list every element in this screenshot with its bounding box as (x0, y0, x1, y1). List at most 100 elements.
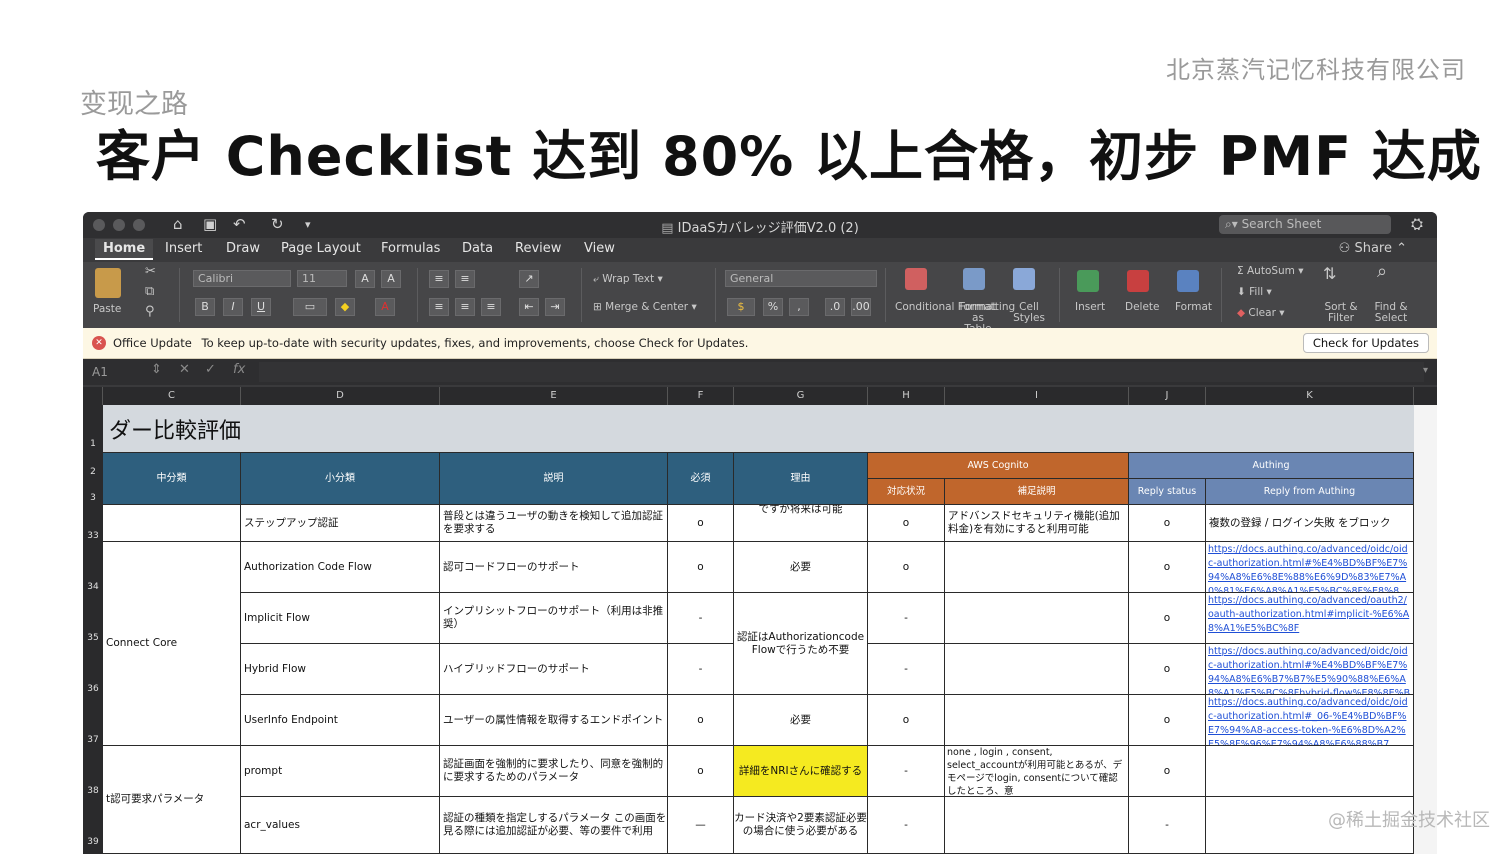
decrease-decimal-icon[interactable]: .00 (851, 298, 871, 316)
header-f[interactable]: 必須 (668, 453, 734, 505)
cell-h33[interactable]: o (868, 505, 945, 542)
insert-cells-icon[interactable] (1077, 270, 1099, 292)
delete-cells-icon[interactable] (1127, 270, 1149, 292)
header-i[interactable]: 補足説明 (945, 479, 1129, 505)
dismiss-update-icon[interactable]: ✕ (92, 336, 106, 350)
cell-d39[interactable]: acr_values (241, 797, 440, 854)
font-size-select[interactable]: 11 (297, 270, 347, 287)
orientation-icon[interactable]: ↗ (519, 270, 539, 288)
row-number[interactable]: 38 (83, 786, 103, 796)
cell-styles-button[interactable]: Cell Styles (1013, 302, 1045, 324)
cell-k38[interactable] (1206, 746, 1414, 797)
name-box-stepper-icon[interactable]: ⇕ (151, 362, 162, 377)
cell-f38[interactable]: o (668, 746, 734, 797)
tab-page-layout[interactable]: Page Layout (281, 241, 361, 256)
tab-data[interactable]: Data (462, 241, 493, 256)
increase-indent-icon[interactable]: ⇥ (545, 298, 565, 316)
cell-e37[interactable]: ユーザーの属性情報を取得するエンドポイント (440, 695, 668, 746)
cell-j37[interactable]: o (1129, 695, 1206, 746)
cell-h38[interactable]: - (868, 746, 945, 797)
cell-h34[interactable]: o (868, 542, 945, 593)
cell-k34-link[interactable]: https://docs.authing.co/advanced/oidc/oi… (1206, 542, 1414, 593)
header-k[interactable]: Reply from Authing (1206, 479, 1414, 505)
cell-g39[interactable]: カード決済や2要素認証必要の場合に使う必要がある (734, 797, 868, 854)
cell-f36[interactable]: - (668, 644, 734, 695)
cell-styles-icon[interactable] (1013, 268, 1035, 290)
insert-function-button[interactable]: fx (233, 362, 245, 377)
percent-button[interactable]: % (763, 298, 783, 316)
column-header-i[interactable]: I (945, 387, 1129, 405)
cut-icon[interactable]: ✂ (145, 265, 156, 278)
cell-k36-link[interactable]: https://docs.authing.co/advanced/oidc/oi… (1206, 644, 1414, 695)
cell-h39[interactable]: - (868, 797, 945, 854)
autosum-button[interactable]: Σ AutoSum ▾ (1237, 266, 1304, 277)
tab-formulas[interactable]: Formulas (381, 241, 440, 256)
column-header-c[interactable]: C (103, 387, 241, 405)
comma-style-icon[interactable]: , (789, 298, 809, 316)
column-header-j[interactable]: J (1129, 387, 1206, 405)
header-aws-cognito[interactable]: AWS Cognito (868, 453, 1129, 479)
increase-font-icon[interactable]: A (355, 270, 375, 288)
align-center-icon[interactable]: ≡ (455, 298, 475, 316)
expand-formula-icon[interactable]: ▾ (1423, 365, 1428, 376)
font-name-select[interactable]: Calibri (193, 270, 291, 287)
cell-d36[interactable]: Hybrid Flow (241, 644, 440, 695)
sort-filter-icon[interactable]: ⇅ (1323, 266, 1336, 282)
decrease-font-icon[interactable]: A (381, 270, 401, 288)
cell-g38-highlight[interactable]: 詳細をNRIさんに確認する (734, 746, 868, 797)
fill-color-icon[interactable]: ◆ (335, 298, 355, 316)
increase-decimal-icon[interactable]: .0 (825, 298, 845, 316)
align-left-icon[interactable]: ≡ (429, 298, 449, 316)
paste-icon[interactable] (95, 268, 121, 298)
clear-button[interactable]: ◆ Clear ▾ (1237, 308, 1285, 319)
italic-button[interactable]: I (223, 298, 243, 316)
cell-i35[interactable] (945, 593, 1129, 644)
cell-h36[interactable]: - (868, 644, 945, 695)
row-number[interactable]: 39 (83, 837, 103, 847)
cell-f34[interactable]: o (668, 542, 734, 593)
font-color-icon[interactable]: A (375, 298, 395, 316)
cell-i39[interactable] (945, 797, 1129, 854)
row-number[interactable]: 33 (83, 531, 103, 541)
cell-i33[interactable]: アドバンスドセキュリティ機能(追加料金)を有効にすると利用可能 (945, 505, 1129, 542)
conditional-formatting-icon[interactable] (905, 268, 927, 290)
column-header-g[interactable]: G (734, 387, 868, 405)
cell-i37[interactable] (945, 695, 1129, 746)
cell-e35[interactable]: インプリシットフローのサポート（利用は非推奨） (440, 593, 668, 644)
header-g[interactable]: 理由 (734, 453, 868, 505)
sheet-title-row[interactable]: ダー比較評価 (103, 405, 1414, 453)
cell-e39[interactable]: 認証の種類を指定しするパラメータ この画面を見る際には追加認証が必要、等の要件で… (440, 797, 668, 854)
header-authing[interactable]: Authing (1129, 453, 1414, 479)
align-top-icon[interactable]: ≡ (429, 270, 449, 288)
row-number[interactable]: 37 (83, 735, 103, 745)
select-all-corner[interactable] (83, 387, 103, 405)
cell-d37[interactable]: UserInfo Endpoint (241, 695, 440, 746)
cell-e33[interactable]: 普段とは違うユーザの動きを検知して追加認証を要求する (440, 505, 668, 542)
column-header-f[interactable]: F (668, 387, 734, 405)
cell-j34[interactable]: o (1129, 542, 1206, 593)
cell-f39[interactable]: — (668, 797, 734, 854)
header-j[interactable]: Reply status (1129, 479, 1206, 505)
bold-button[interactable]: B (195, 298, 215, 316)
sort-filter-button[interactable]: Sort & Filter (1323, 302, 1359, 324)
cell-e36[interactable]: ハイブリッドフローのサポート (440, 644, 668, 695)
cell-k35-link[interactable]: https://docs.authing.co/advanced/oauth2/… (1206, 593, 1414, 644)
cell-f33[interactable]: o (668, 505, 734, 542)
tab-insert[interactable]: Insert (165, 241, 202, 256)
cell-c34-merged[interactable]: Connect Core (103, 542, 241, 746)
wrap-text-button[interactable]: ⤶ Wrap Text ▾ (593, 274, 663, 285)
row-number[interactable]: 2 (83, 467, 103, 477)
header-e[interactable]: 説明 (440, 453, 668, 505)
formula-input[interactable] (259, 362, 1424, 382)
cell-d34[interactable]: Authorization Code Flow (241, 542, 440, 593)
cell-e38[interactable]: 認証画面を強制的に要求したり、同意を強制的に要求するためのパラメータ (440, 746, 668, 797)
align-right-icon[interactable]: ≡ (481, 298, 501, 316)
cell-d33[interactable]: ステップアップ認証 (241, 505, 440, 542)
number-format-select[interactable]: General (725, 270, 877, 287)
cell-g33[interactable]: ですが将来は可能 (734, 505, 868, 542)
borders-icon[interactable]: ▭ (293, 298, 327, 316)
tab-draw[interactable]: Draw (226, 241, 260, 256)
cell-k37-link[interactable]: https://docs.authing.co/advanced/oidc/oi… (1206, 695, 1414, 746)
copy-icon[interactable]: ⧉ (145, 285, 154, 298)
cell-j36[interactable]: o (1129, 644, 1206, 695)
